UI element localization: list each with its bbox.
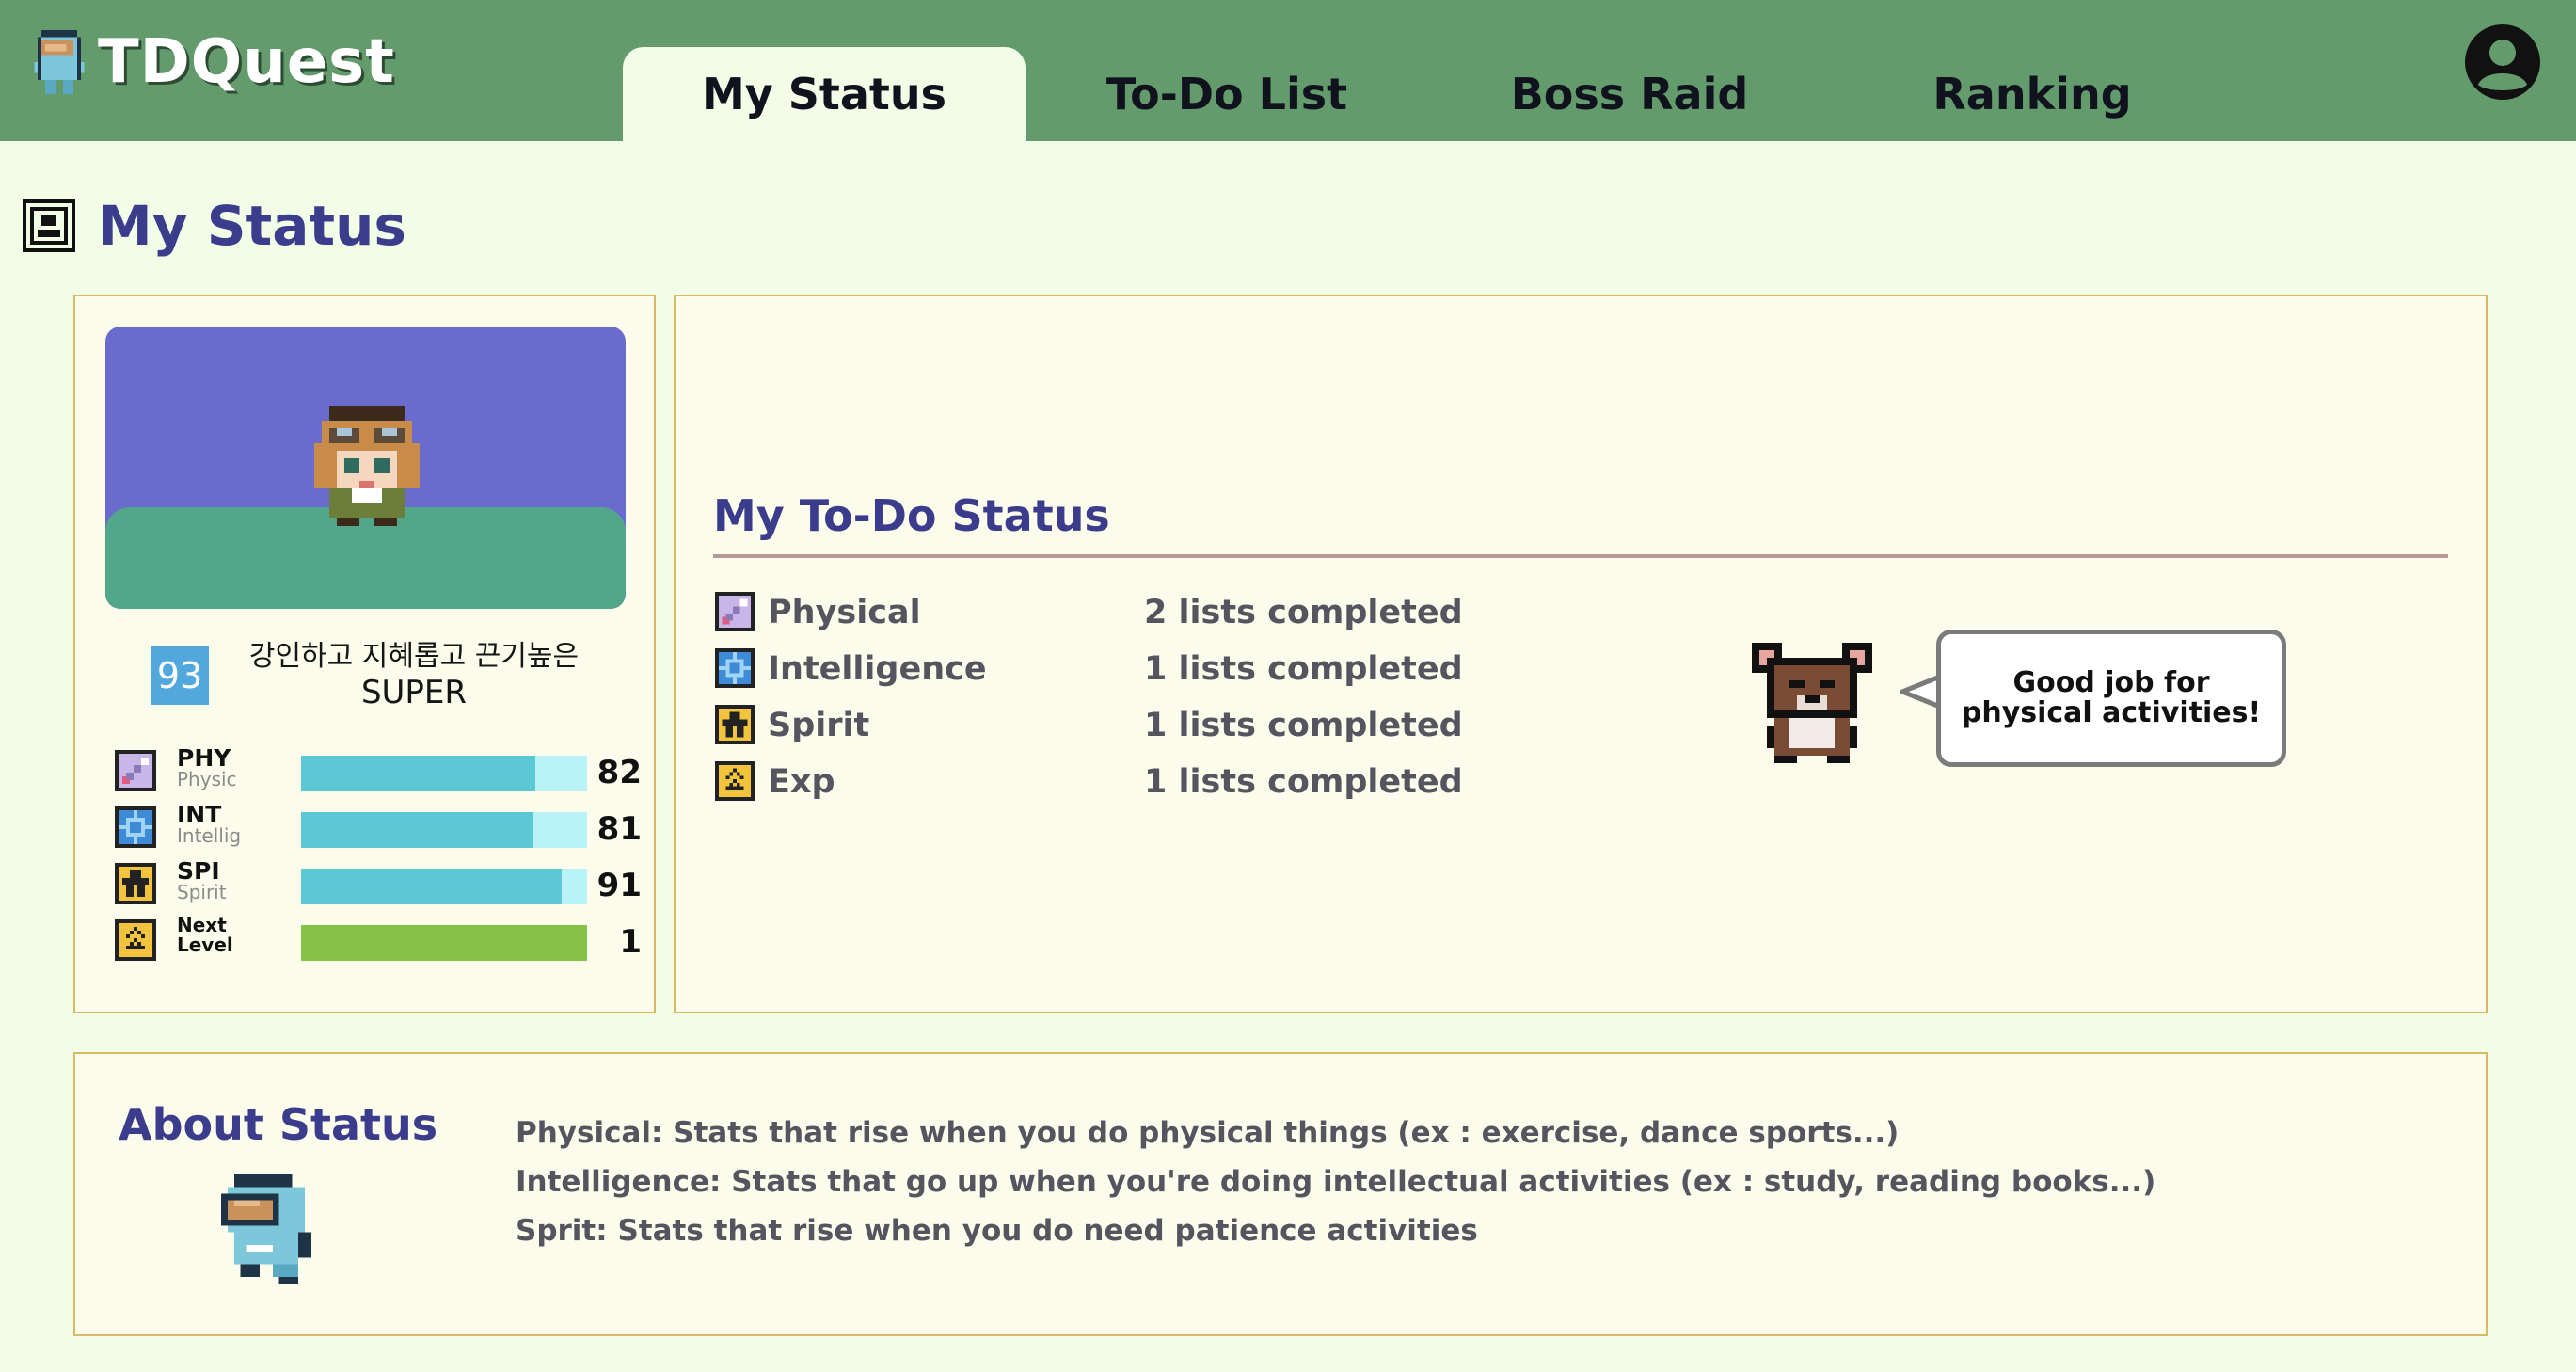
astronaut-character-icon: [221, 1174, 311, 1284]
todo-category-name: Exp: [768, 763, 835, 801]
about-status-panel: About Status Physical: Stats that rise w…: [73, 1052, 2488, 1336]
intelligence-icon: [715, 648, 755, 688]
app-logo[interactable]: TDQuest: [30, 26, 395, 98]
account-circle-icon[interactable]: [2463, 23, 2542, 105]
todo-category-name: Physical: [768, 594, 921, 631]
stat-value: 81: [596, 810, 642, 848]
stat-row-spi: SPI Spirit 91: [115, 859, 642, 906]
stat-abbr-line2: Level: [177, 933, 233, 956]
speech-bubble-line1: Good job for: [2012, 666, 2210, 699]
about-status-heading: About Status: [119, 1099, 438, 1150]
character-portrait: [105, 327, 626, 609]
todo-completed-count: 1 lists completed: [1144, 707, 1463, 744]
page-title-row: My Status: [23, 194, 406, 258]
stat-bar-fill: [301, 756, 536, 791]
character-card: 93 강인하고 지혜롭고 끈기높은 SUPER PHY Physic 82 IN…: [73, 295, 656, 1013]
todo-row-physical: Physical 2 lists completed: [715, 590, 1468, 633]
todo-row-exp: Exp 1 lists completed: [715, 759, 1468, 803]
level-bar-fill: [301, 925, 587, 961]
level-badge: 93: [151, 646, 209, 705]
stat-bar-fill: [301, 812, 533, 848]
tab-ranking[interactable]: Ranking: [1831, 47, 2234, 141]
spirit-icon: [715, 705, 755, 744]
stat-value: 1: [619, 923, 642, 961]
top-nav-bar: TDQuest My Status To-Do List Boss Raid R…: [0, 0, 2576, 141]
stat-bar-fill: [301, 869, 562, 904]
todo-row-spirit: Spirit 1 lists completed: [715, 703, 1468, 746]
todo-row-intelligence: Intelligence 1 lists completed: [715, 646, 1468, 690]
character-title-line2: SUPER: [360, 674, 468, 711]
todo-completed-count: 2 lists completed: [1144, 594, 1463, 631]
todo-status-heading: My To-Do Status: [713, 490, 1110, 541]
todo-completed-count: 1 lists completed: [1144, 650, 1463, 688]
stat-sub: Physic: [177, 768, 237, 790]
character-avatar: [314, 406, 420, 526]
todo-category-name: Spirit: [768, 707, 870, 744]
about-line-intelligence: Intelligence: Stats that go up when you'…: [516, 1165, 2156, 1199]
stat-sub: Intellig: [177, 824, 242, 847]
stat-row-int: INT Intellig 81: [115, 803, 642, 850]
level-bar-track: [301, 925, 587, 961]
tab-my-status[interactable]: My Status: [623, 47, 1026, 141]
stat-row-phy: PHY Physic 82: [115, 746, 642, 793]
speech-bubble-line2: physical activities!: [1961, 696, 2262, 729]
spirit-icon: [115, 863, 156, 904]
bear-mascot-icon: [1752, 643, 1872, 763]
stat-sub: Spirit: [177, 881, 227, 903]
speech-bubble: Good job for physical activities!: [1936, 630, 2286, 767]
physical-icon: [715, 592, 755, 631]
tab-to-do-list[interactable]: To-Do List: [1026, 47, 1428, 141]
todo-category-name: Intelligence: [768, 650, 987, 688]
physical-icon: [115, 750, 156, 791]
stat-bar-track: [301, 869, 587, 904]
stat-bar-track: [301, 812, 587, 848]
tab-boss-raid[interactable]: Boss Raid: [1428, 47, 1831, 141]
page-title: My Status: [98, 194, 406, 258]
stat-row-next-level: Next Level 1: [115, 916, 642, 963]
character-title-line1: 강인하고 지혜롭고 끈기높은: [248, 640, 580, 673]
about-line-physical: Physical: Stats that rise when you do ph…: [516, 1116, 1900, 1150]
todo-status-panel: My To-Do Status Physical 2 lists complet…: [674, 295, 2488, 1013]
app-name: TDQuest: [98, 27, 395, 97]
stat-bar-track: [301, 756, 587, 791]
stat-abbr-line1: Next: [177, 914, 227, 936]
intelligence-icon: [115, 806, 156, 848]
stat-value: 82: [596, 754, 642, 791]
heading-divider: [713, 554, 2448, 558]
character-title: 강인하고 지혜롭고 끈기높은 SUPER: [245, 639, 583, 710]
about-line-spirit: Sprit: Stats that rise when you do need …: [516, 1214, 1478, 1248]
exp-icon: [715, 761, 755, 801]
exp-icon: [115, 919, 156, 961]
logo-character-icon: [34, 29, 85, 95]
todo-completed-count: 1 lists completed: [1144, 763, 1463, 801]
stat-value: 91: [596, 867, 642, 904]
portrait-icon: [23, 199, 75, 252]
